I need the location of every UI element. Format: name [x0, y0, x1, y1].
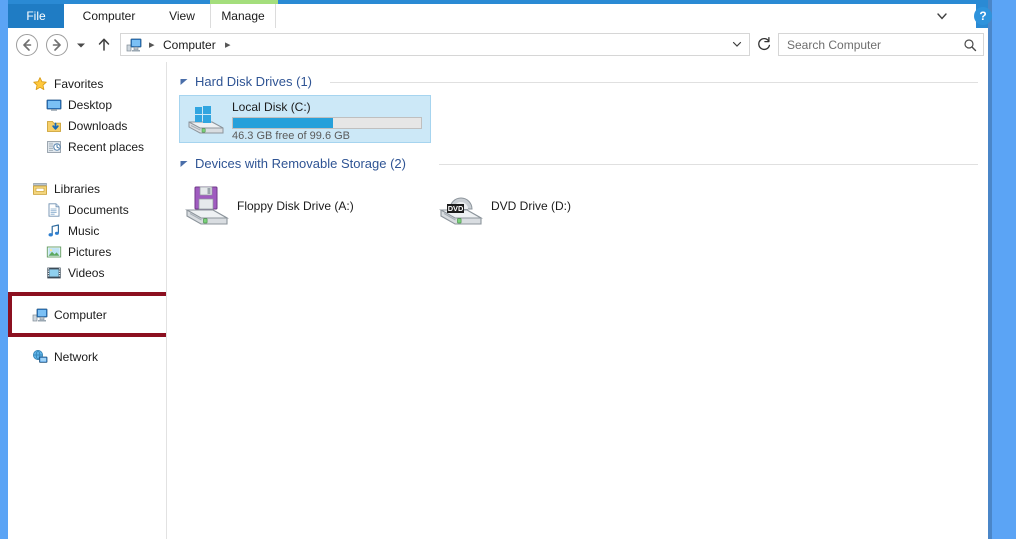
refresh-icon[interactable]	[755, 35, 773, 53]
device-item-floppy-disk-drive-a[interactable]: Floppy Disk Drive (A:)	[183, 182, 383, 230]
window-border-left	[0, 0, 8, 539]
tab-manage-label: Manage	[221, 9, 265, 23]
sidebar-item-music-label: Music	[68, 224, 100, 238]
help-icon[interactable]: ?	[974, 7, 992, 25]
sidebar-item-recent-places-label: Recent places	[68, 140, 145, 154]
up-arrow-icon[interactable]	[96, 36, 112, 54]
music-icon	[46, 223, 62, 239]
drive-name-local-disk-c: Local Disk (C:)	[232, 100, 311, 114]
collapse-triangle-icon[interactable]	[179, 154, 189, 174]
breadcrumb-separator-computer[interactable]: ▸	[225, 37, 231, 54]
back-arrow-icon[interactable]	[16, 34, 38, 56]
videos-icon	[46, 265, 62, 281]
ribbon-tabstrip: File Computer View Manage ?	[8, 0, 992, 28]
sidebar-item-libraries-label: Libraries	[54, 182, 101, 196]
capacity-bar-local-disk-c	[232, 117, 422, 129]
collapse-triangle-icon[interactable]	[179, 72, 189, 92]
navigation-pane: Favorites Desktop Downloads Recent place…	[8, 62, 166, 539]
search-icon[interactable]	[963, 38, 977, 52]
window-border-right-inner	[988, 0, 992, 539]
computer-icon	[32, 307, 48, 323]
device-item-dvd-drive-d[interactable]: DVD DVD Drive (D:)	[437, 182, 637, 230]
explorer-window: File Computer View Manage ? ▸ Computer ▸…	[0, 0, 1016, 539]
drive-tile-local-disk-c[interactable]: Local Disk (C:) 46.3 GB free of 99.6 GB	[179, 95, 431, 143]
sidebar-item-downloads-label: Downloads	[68, 119, 128, 133]
sidebar-item-desktop-label: Desktop	[68, 98, 113, 112]
tab-file[interactable]: File	[8, 4, 64, 28]
tab-computer-label: Computer	[82, 9, 136, 23]
group-rule-hard-disk-drives	[330, 82, 978, 83]
tab-file-label: File	[26, 9, 46, 23]
group-header-removable-storage-label: Devices with Removable Storage (2)	[195, 156, 406, 171]
dvd-drive-icon: DVD	[437, 182, 485, 230]
breadcrumb-separator-root: ▸	[149, 39, 155, 51]
search-placeholder: Search Computer	[787, 38, 882, 52]
device-label-dvd-drive-d: DVD Drive (D:)	[491, 199, 571, 213]
breadcrumb[interactable]: ▸ Computer ▸	[120, 33, 750, 56]
svg-text:DVD: DVD	[448, 204, 464, 213]
drive-free-space-local-disk-c: 46.3 GB free of 99.6 GB	[232, 130, 351, 142]
pictures-icon	[46, 244, 62, 260]
window-border-right	[988, 0, 1016, 539]
forward-arrow-icon[interactable]	[46, 34, 68, 56]
tab-computer[interactable]: Computer	[64, 4, 154, 28]
floppy-disk-icon	[183, 182, 231, 230]
group-rule-removable-storage	[439, 164, 978, 165]
sidebar-item-favorites-label: Favorites	[54, 77, 104, 91]
sidebar-item-videos-label: Videos	[68, 266, 105, 280]
search-input[interactable]: Search Computer	[778, 33, 984, 56]
hard-disk-icon	[186, 104, 226, 138]
capacity-bar-fill	[233, 118, 333, 128]
desktop-icon	[46, 97, 62, 113]
recent-locations-icon[interactable]	[74, 38, 88, 52]
documents-icon	[46, 202, 62, 218]
content-pane: Hard Disk Drives (1) Local Disk (C:) 46.…	[167, 62, 988, 539]
network-icon	[32, 349, 48, 365]
tab-view[interactable]: View	[154, 4, 210, 28]
libraries-icon	[32, 181, 48, 197]
downloads-icon	[46, 118, 62, 134]
help-icon-label: ?	[979, 9, 987, 23]
tab-manage[interactable]: Manage	[210, 4, 276, 28]
device-label-floppy-disk-drive-a: Floppy Disk Drive (A:)	[237, 199, 354, 213]
computer-icon	[126, 37, 142, 53]
sidebar-item-pictures-label: Pictures	[68, 245, 112, 259]
sidebar-item-network-label: Network	[54, 350, 99, 364]
sidebar-item-computer-label: Computer	[54, 308, 107, 322]
breadcrumb-item-computer[interactable]: Computer	[163, 37, 216, 54]
tab-view-label: View	[169, 9, 195, 23]
recent-places-icon	[46, 139, 62, 155]
group-header-hard-disk-drives-label: Hard Disk Drives (1)	[195, 74, 313, 89]
breadcrumb-dropdown-icon[interactable]	[731, 38, 743, 53]
sidebar-item-documents-label: Documents	[68, 203, 129, 217]
chevron-down-icon[interactable]	[934, 8, 950, 24]
tabstrip-background	[276, 4, 976, 28]
star-icon	[32, 76, 48, 92]
address-bar: ▸ Computer ▸ Search Computer	[8, 28, 988, 62]
